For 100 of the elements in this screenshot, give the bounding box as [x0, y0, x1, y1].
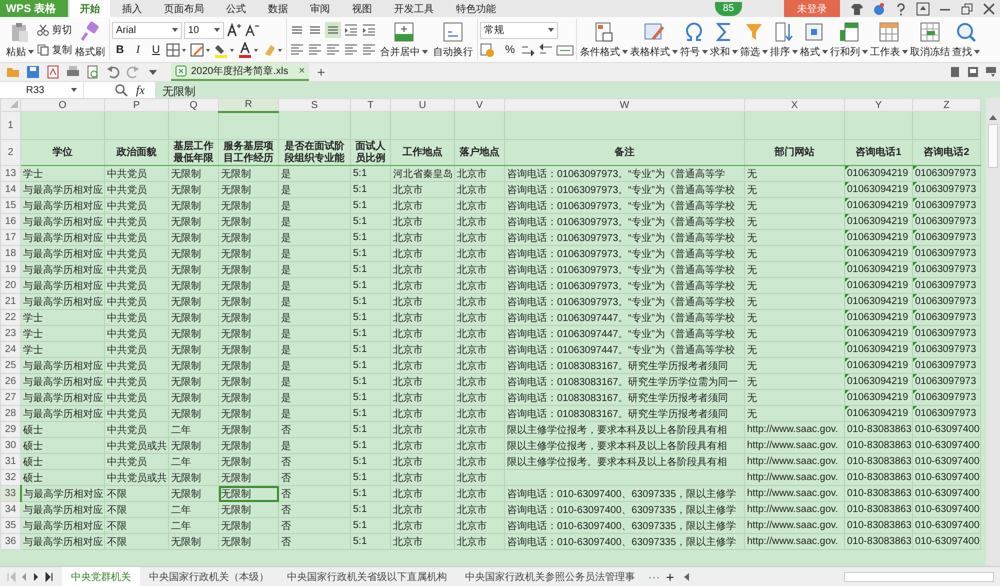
- column-header[interactable]: S: [278, 98, 350, 112]
- italic-button[interactable]: I: [130, 42, 146, 58]
- menu-tab[interactable]: 插入: [112, 0, 152, 17]
- wrap-text-button[interactable]: 自动换行: [431, 20, 475, 60]
- column-header[interactable]: T: [350, 98, 390, 112]
- vertical-align-icon[interactable]: [325, 22, 341, 38]
- function-button[interactable]: fx: [136, 82, 145, 98]
- restore-icon[interactable]: [960, 2, 974, 16]
- menu-tab[interactable]: 特色功能: [446, 0, 506, 17]
- indent-icon[interactable]: [361, 22, 377, 38]
- ribbon-button[interactable]: 表格样式: [629, 20, 679, 60]
- bold-button[interactable]: B: [112, 42, 128, 58]
- merge-center-button[interactable]: 合并居中: [378, 20, 430, 60]
- row-header[interactable]: 21: [0, 294, 20, 310]
- borders-icon[interactable]: [166, 42, 188, 58]
- sheet-navigation-icon[interactable]: [6, 570, 54, 582]
- menu-tab[interactable]: 审阅: [300, 0, 340, 17]
- row-header[interactable]: 25: [0, 358, 20, 374]
- row-header[interactable]: 26: [0, 374, 20, 390]
- decrease-font-icon[interactable]: [244, 22, 260, 38]
- column-header[interactable]: Y: [844, 98, 912, 112]
- panel-icon[interactable]: [985, 66, 997, 78]
- menu-tab[interactable]: 页面布局: [154, 0, 214, 17]
- row-header[interactable]: 18: [0, 246, 20, 262]
- column-header[interactable]: W: [504, 98, 744, 112]
- sheet-tab[interactable]: 中央国家行政机关省级以下直属机构: [278, 567, 456, 586]
- column-header[interactable]: R: [218, 98, 278, 112]
- row-header[interactable]: 14: [0, 182, 20, 198]
- row-header[interactable]: 28: [0, 406, 20, 422]
- row-header[interactable]: 17: [0, 230, 20, 246]
- row-header[interactable]: 31: [0, 454, 20, 470]
- ribbon-button[interactable]: 符号: [679, 20, 709, 60]
- new-tab-button[interactable]: +: [317, 65, 326, 79]
- document-tab[interactable]: 2020年度招考简章.xls ×: [171, 63, 309, 81]
- scroll-left-icon[interactable]: [682, 572, 690, 582]
- zoom-icon[interactable]: [114, 83, 128, 97]
- column-header[interactable]: X: [744, 98, 844, 112]
- row-header[interactable]: 22: [0, 310, 20, 326]
- close-tab-button[interactable]: ×: [298, 65, 305, 77]
- window-icon[interactable]: [967, 66, 979, 78]
- paste-button[interactable]: 粘贴: [4, 20, 36, 60]
- row-header[interactable]: 1: [0, 112, 20, 140]
- menu-tab[interactable]: 视图: [342, 0, 382, 17]
- cut-button[interactable]: 剪切: [37, 21, 72, 38]
- ribbon-button[interactable]: 求和: [709, 20, 739, 60]
- formula-field[interactable]: 无限制: [154, 82, 1000, 98]
- row-header[interactable]: 30: [0, 438, 20, 454]
- ribbon-button[interactable]: 格式: [799, 20, 829, 60]
- ribbon-button[interactable]: 筛选: [739, 20, 769, 60]
- menu-tab[interactable]: 数据: [258, 0, 298, 17]
- column-header[interactable]: Z: [912, 98, 980, 112]
- ribbon-button[interactable]: 取消冻结: [909, 20, 951, 60]
- menu-tab[interactable]: 开发工具: [384, 0, 444, 17]
- font-size-field[interactable]: 10: [184, 22, 224, 38]
- row-header[interactable]: 32: [0, 470, 20, 486]
- menu-tab[interactable]: 开始: [70, 0, 110, 17]
- row-header[interactable]: 20: [0, 278, 20, 294]
- print-preview-icon[interactable]: [86, 65, 100, 79]
- row-header[interactable]: 2: [0, 140, 20, 166]
- scroll-up-icon[interactable]: [989, 114, 997, 120]
- row-header[interactable]: 16: [0, 214, 20, 230]
- vertical-scrollbar[interactable]: [986, 98, 1000, 566]
- row-header[interactable]: 13: [0, 166, 20, 182]
- format-painter-button[interactable]: 格式刷: [73, 20, 107, 60]
- pdf-icon[interactable]: [46, 65, 60, 79]
- row-header[interactable]: 23: [0, 326, 20, 342]
- row-header[interactable]: 19: [0, 262, 20, 278]
- row-header[interactable]: 24: [0, 342, 20, 358]
- cell-style-icon[interactable]: [190, 42, 212, 58]
- number-format-field[interactable]: 常规: [480, 22, 558, 38]
- row-header[interactable]: 33: [0, 486, 20, 502]
- row-header[interactable]: 29: [0, 422, 20, 438]
- sheet-tab[interactable]: 中央党群机关: [62, 567, 140, 586]
- add-sheet-button[interactable]: +: [666, 570, 674, 584]
- upload-window-icon[interactable]: [916, 2, 930, 16]
- copy-button[interactable]: 复制: [37, 41, 72, 58]
- undo-icon[interactable]: [106, 65, 120, 79]
- increase-font-icon[interactable]: [226, 22, 242, 38]
- document-icon[interactable]: [949, 66, 961, 78]
- ribbon-button[interactable]: 排序: [769, 20, 799, 60]
- font-name-field[interactable]: Arial: [112, 22, 182, 38]
- indent-icon[interactable]: [343, 22, 359, 38]
- ribbon-button[interactable]: 查找: [951, 20, 981, 60]
- shirt-icon[interactable]: [850, 2, 864, 16]
- row-header[interactable]: 34: [0, 502, 20, 518]
- close-icon[interactable]: [982, 2, 996, 16]
- column-header[interactable]: P: [104, 98, 168, 112]
- sheet-tab[interactable]: 中央国家行政机关（本级）: [140, 567, 278, 586]
- save-icon[interactable]: [26, 65, 40, 79]
- menu-tab[interactable]: 公式: [216, 0, 256, 17]
- column-header[interactable]: Q: [168, 98, 218, 112]
- row-header[interactable]: 27: [0, 390, 20, 406]
- sheet-tab[interactable]: 中央国家行政机关参照公务员法管理事: [456, 567, 644, 586]
- ribbon-button[interactable]: 条件格式: [579, 20, 629, 60]
- column-header[interactable]: U: [390, 98, 454, 112]
- column-header[interactable]: O: [20, 98, 104, 112]
- ribbon-button[interactable]: 行和列: [829, 20, 869, 60]
- horizontal-scrollbar[interactable]: [844, 572, 994, 582]
- row-header[interactable]: 35: [0, 518, 20, 534]
- row-header[interactable]: 15: [0, 198, 20, 214]
